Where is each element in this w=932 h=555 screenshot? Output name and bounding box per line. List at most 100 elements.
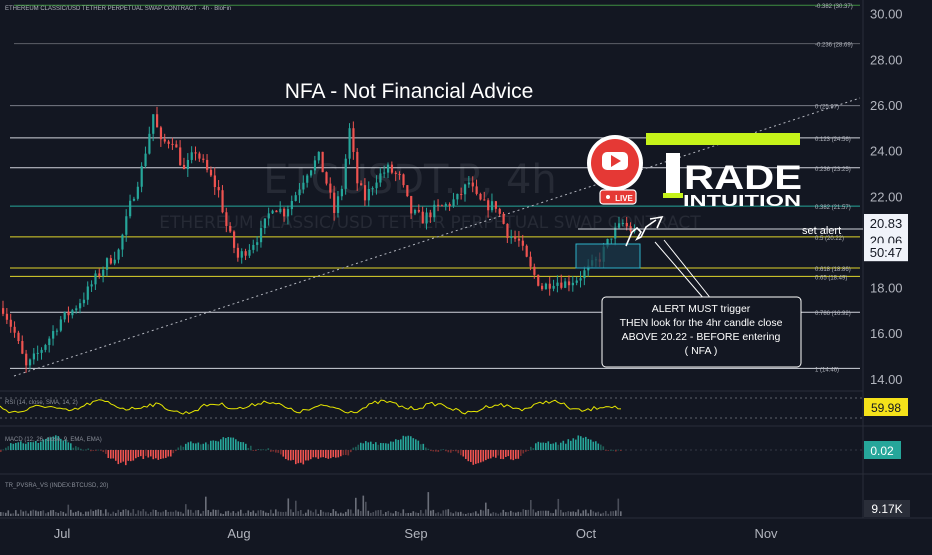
macd-bar xyxy=(445,450,447,452)
macd-bar xyxy=(25,443,27,450)
candle-body xyxy=(383,172,386,174)
volume-bar xyxy=(537,510,540,516)
fib-level-label: 0 (25.97) xyxy=(815,105,839,111)
volume-bar xyxy=(247,510,250,516)
volume-bar xyxy=(245,512,247,516)
macd-bar xyxy=(442,449,445,451)
volume-bar xyxy=(607,513,610,516)
macd-bar xyxy=(82,449,85,451)
macd-bar xyxy=(312,450,315,458)
consolidation-box[interactable] xyxy=(575,243,641,269)
volume-bar xyxy=(485,502,487,516)
candle-body xyxy=(290,200,293,210)
macd-bar xyxy=(490,450,492,459)
volume-bar xyxy=(307,509,310,516)
y-tick-label: 14.00 xyxy=(870,372,903,387)
macd-bar xyxy=(430,450,432,452)
macd-bar xyxy=(302,450,305,465)
volume-bar xyxy=(362,495,365,516)
volume-bar xyxy=(137,510,140,516)
volume-bar xyxy=(592,511,595,516)
macd-bar xyxy=(582,437,585,450)
candle-body xyxy=(552,285,555,289)
macd-bar xyxy=(200,444,202,450)
candle-body xyxy=(390,164,394,173)
volume-bar xyxy=(120,512,122,516)
volume-bar xyxy=(345,511,347,516)
macd-bar xyxy=(127,450,130,461)
candle-body xyxy=(506,223,509,238)
macd-bar xyxy=(487,450,490,459)
macd-bar xyxy=(447,450,450,453)
macd-bar xyxy=(255,450,257,451)
macd-bar xyxy=(350,450,352,453)
macd-bar xyxy=(87,448,90,450)
volume-bar xyxy=(210,512,212,516)
volume-bar xyxy=(532,509,535,516)
candle-body xyxy=(240,251,243,258)
candle-body xyxy=(156,114,159,128)
macd-bar xyxy=(532,448,535,450)
price-axis[interactable]: 30.0028.0026.0024.0022.0020.0018.0016.00… xyxy=(870,7,903,387)
fib-level-label: 0.382 (21.57) xyxy=(815,205,851,211)
macd-bar xyxy=(190,441,192,450)
macd-bar xyxy=(155,450,157,459)
volume-bar xyxy=(357,509,360,516)
volume-bar xyxy=(417,512,420,516)
volume-bar xyxy=(200,513,202,516)
candle-body xyxy=(567,281,571,286)
candle-body xyxy=(621,222,625,224)
macd-bar xyxy=(400,439,402,450)
candle-body xyxy=(252,244,255,250)
macd-bar xyxy=(552,443,555,450)
volume-bar xyxy=(265,512,267,516)
candle-body xyxy=(514,236,517,239)
macd-bar xyxy=(260,449,262,451)
candle-body xyxy=(571,282,574,286)
macd-bar xyxy=(612,449,615,451)
volume-bar xyxy=(577,509,580,516)
macd-bar xyxy=(100,450,102,451)
macd-bar xyxy=(215,440,217,450)
logo-t-base xyxy=(663,193,683,198)
candle-body xyxy=(105,258,109,270)
candle-body xyxy=(198,153,201,159)
volume-bar xyxy=(367,510,370,516)
candle-body xyxy=(487,200,490,211)
macd-bar xyxy=(522,450,525,454)
volume-bar xyxy=(500,512,502,516)
candle-body xyxy=(560,282,563,288)
candle-body xyxy=(321,151,324,173)
volume-bar xyxy=(615,510,617,516)
macd-bar xyxy=(122,450,125,462)
volume-bar xyxy=(495,512,497,516)
plot-area[interactable] xyxy=(0,0,863,518)
candle-body xyxy=(460,193,463,195)
volume-bar xyxy=(467,512,470,516)
candle-body xyxy=(102,269,105,276)
macd-bar xyxy=(362,443,365,450)
candle-body xyxy=(325,172,328,184)
volume-bar xyxy=(427,492,430,516)
volume-bar xyxy=(262,510,265,516)
macd-bar xyxy=(590,439,592,450)
volume-bar xyxy=(220,513,222,516)
macd-bar xyxy=(345,450,347,456)
macd-bar xyxy=(262,449,265,451)
macd-bar xyxy=(2,449,5,451)
volume-bar xyxy=(312,512,315,516)
macd-bar xyxy=(555,442,557,450)
volume-bar xyxy=(535,512,537,516)
volume-bar xyxy=(407,512,410,516)
candle-body xyxy=(221,190,224,213)
macd-bar xyxy=(435,450,437,452)
volume-bar xyxy=(372,512,375,516)
macd-bar xyxy=(342,450,345,456)
macd-bar xyxy=(560,442,562,450)
volume-bar xyxy=(360,511,362,516)
candle-body xyxy=(2,308,5,314)
candle-body xyxy=(425,212,428,224)
candle-body xyxy=(129,200,132,217)
macd-bar xyxy=(450,450,452,453)
volume-bar xyxy=(460,511,462,516)
